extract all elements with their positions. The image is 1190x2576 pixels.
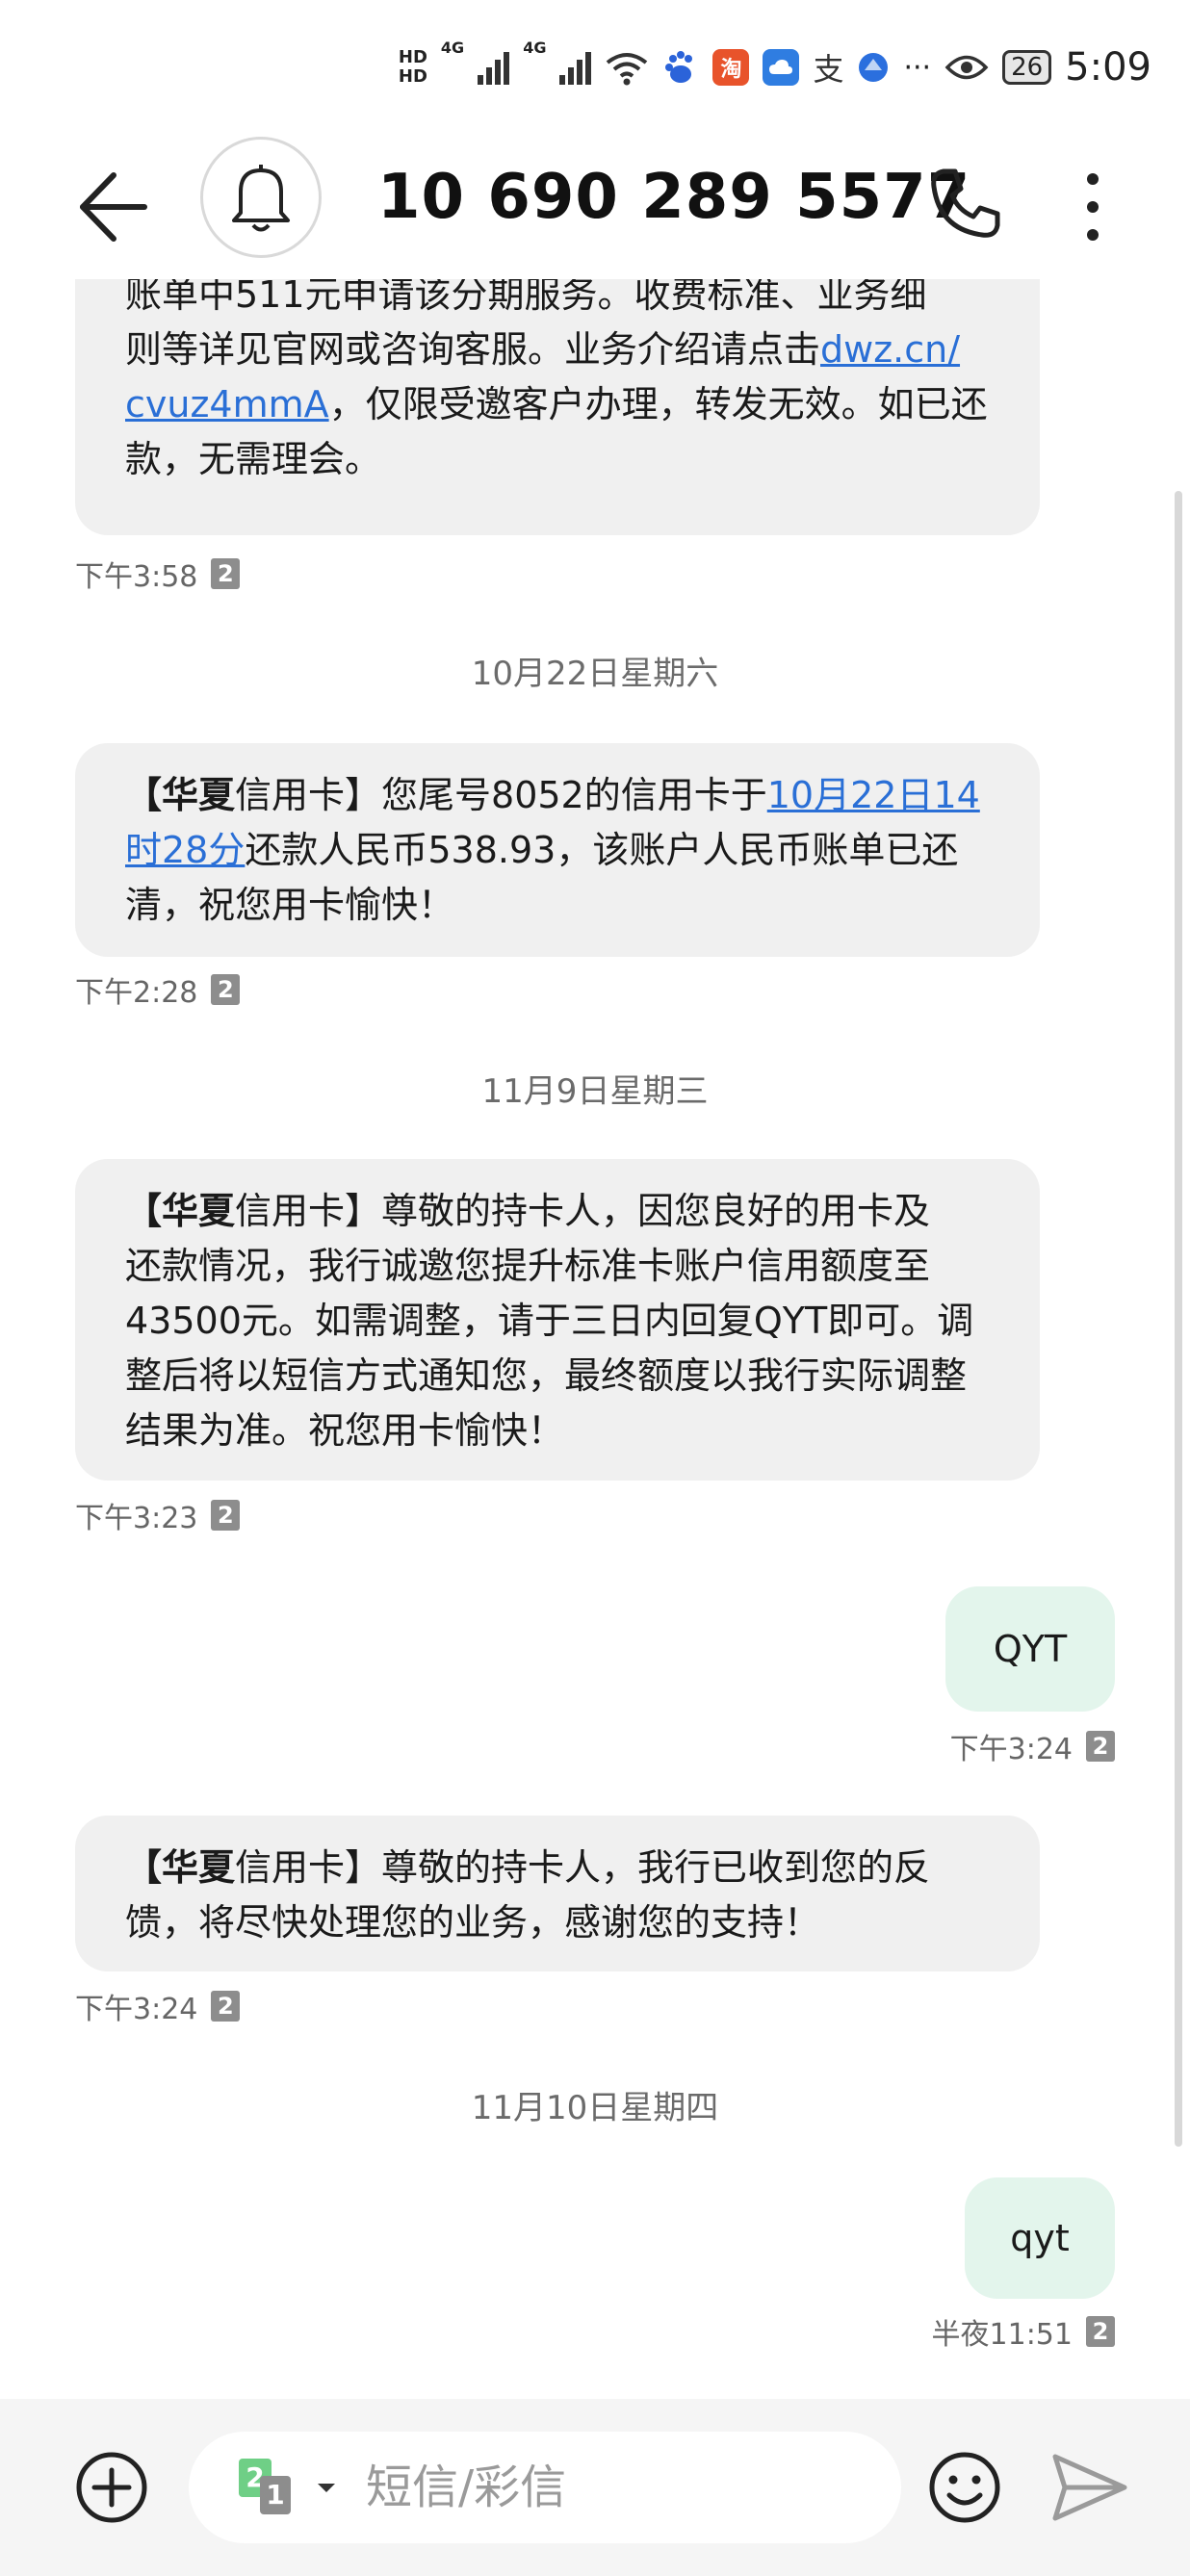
message-segment: 还款人民币538.93，该账户人民币账单已还 <box>245 829 959 871</box>
scrollbar[interactable] <box>1175 491 1182 2147</box>
message-time: 下午3:24 <box>75 1993 198 2026</box>
alipay-icon: 支 <box>813 51 844 88</box>
message-meta: 下午2:28 2 <box>75 968 241 1011</box>
message-text: 还款情况，我行诚邀您提升标准卡账户信用额度至 <box>125 1245 931 1287</box>
message-brand: 【华夏 <box>125 1190 236 1232</box>
signal-icon-2 <box>559 50 592 85</box>
message-text: 整后将以短信方式通知您，最终额度以我行实际调整 <box>125 1354 968 1397</box>
network-label-1: 4G <box>440 39 465 57</box>
date-separator: 11月10日星期四 <box>471 2089 719 2127</box>
eye-icon <box>944 55 989 80</box>
message-segment: 信用卡】尊敬的持卡人，我行已收到您的反 <box>235 1846 931 1889</box>
message-time: 下午3:23 <box>75 1502 198 1535</box>
message-text: 则等详见官网或咨询客服。业务介绍请点击dwz.cn/ <box>125 322 990 377</box>
message-text: cvuz4mmA，仅限受邀客户办理，转发无效。如已还 <box>125 377 990 432</box>
sim-badge: 2 <box>1086 2316 1115 2347</box>
message-text: 时28分还款人民币538.93，该账户人民币账单已还 <box>125 823 990 878</box>
phone-icon[interactable] <box>926 166 1003 243</box>
back-arrow-icon[interactable] <box>75 164 152 250</box>
chevron-down-icon <box>318 2484 335 2492</box>
message-segment: 信用卡】您尾号8052的信用卡于 <box>235 774 767 816</box>
message-link[interactable]: dwz.cn/ <box>820 328 960 371</box>
message-text: 【华夏信用卡】尊敬的持卡人，因您良好的用卡及 <box>125 1184 990 1239</box>
message-segment: 则等详见官网或咨询客服。业务介绍请点击 <box>125 328 821 371</box>
message-link[interactable]: 10月22日14 <box>767 774 980 816</box>
message-input[interactable]: 2 1 短信/彩信 <box>189 2432 901 2543</box>
hd-indicator: HD HD <box>399 48 427 87</box>
message-time: 下午2:28 <box>75 976 198 1010</box>
input-placeholder: 短信/彩信 <box>366 2460 567 2514</box>
emoji-icon[interactable] <box>926 2449 1003 2526</box>
sim-badge: 2 <box>1086 1731 1115 1762</box>
message-segment: ，仅限受邀客户办理，转发无效。如已还 <box>328 383 988 425</box>
message-brand: 【华夏 <box>125 1846 236 1889</box>
message-link[interactable]: cvuz4mmA <box>125 383 329 425</box>
message-time: 半夜11:51 <box>931 2318 1073 2352</box>
message-text: qyt <box>1010 2217 1070 2259</box>
sim-badge: 2 <box>211 558 241 589</box>
message-text: 43500元。如需调整，请于三日内回复QYT即可。调 <box>125 1300 974 1342</box>
hd2-label: HD <box>398 66 427 87</box>
message-link[interactable]: 时28分 <box>125 829 245 871</box>
cloud-icon <box>763 49 800 86</box>
message-text: 清，祝您用卡愉快！ <box>125 884 455 926</box>
sent-message-bubble[interactable]: qyt <box>965 2177 1115 2299</box>
message-meta: 下午3:58 2 <box>75 553 241 595</box>
message-meta: 下午3:24 2 <box>950 1725 1115 1767</box>
message-meta: 半夜11:51 2 <box>932 2310 1115 2353</box>
battery-icon: 26 <box>1002 50 1052 85</box>
conversation-header: 10 690 289 5577 <box>0 135 1190 279</box>
add-attachment-icon[interactable] <box>73 2449 150 2526</box>
wifi-icon <box>607 53 648 86</box>
network-label-2: 4G <box>523 39 547 57</box>
signal-icon-1 <box>478 50 510 85</box>
message-text: 【华夏信用卡】尊敬的持卡人，我行已收到您的反 <box>125 1841 990 1895</box>
baidu-icon <box>665 51 693 83</box>
hd1-label: HD <box>398 47 427 67</box>
message-text: 结果为准。祝您用卡愉快！ <box>125 1409 565 1452</box>
send-icon[interactable] <box>1049 2449 1130 2526</box>
sent-message-bubble[interactable]: QYT <box>945 1586 1115 1712</box>
sim-badge: 2 <box>211 974 241 1005</box>
taobao-icon: 淘 <box>712 49 750 86</box>
message-text: QYT <box>993 1628 1068 1670</box>
message-bubble[interactable]: 【华夏信用卡】尊敬的持卡人，我行已收到您的反 馈，将尽快处理您的业务，感谢您的支… <box>75 1816 1040 1971</box>
message-bubble[interactable]: 【华夏信用卡】您尾号8052的信用卡于10月22日14 时28分还款人民币538… <box>75 743 1040 957</box>
sim-1-icon: 1 <box>260 2476 291 2514</box>
message-text: 【华夏信用卡】您尾号8052的信用卡于10月22日14 <box>125 768 990 823</box>
status-icons: HD HD 4G 4G 淘 支 ··· 26 5:09 <box>399 39 1151 96</box>
message-meta: 下午3:23 2 <box>75 1494 241 1536</box>
browser-icon <box>859 53 889 82</box>
message-thread[interactable]: 账单中511元申请该分期服务。收费标准、业务细 则等详见官网或咨询客服。业务介绍… <box>0 221 1190 2397</box>
date-separator: 10月22日星期六 <box>471 655 719 693</box>
contact-avatar[interactable] <box>200 137 322 258</box>
clock: 5:09 <box>1065 45 1151 90</box>
message-segment: 信用卡】尊敬的持卡人，因您良好的用卡及 <box>235 1190 931 1232</box>
battery-level: 26 <box>1011 53 1044 82</box>
message-time: 下午3:24 <box>949 1733 1073 1766</box>
sim-selector[interactable]: 2 1 <box>239 2459 335 2516</box>
message-time: 下午3:58 <box>75 560 198 594</box>
message-text: 款，无需理会。 <box>125 438 382 480</box>
bell-icon <box>232 165 290 232</box>
message-text: 馈，将尽快处理您的业务，感谢您的支持！ <box>125 1901 821 1944</box>
status-bar: HD HD 4G 4G 淘 支 ··· 26 5:09 <box>0 0 1190 135</box>
message-brand: 【华夏 <box>125 774 236 816</box>
contact-number: 10 690 289 5577 <box>377 162 971 233</box>
message-bubble[interactable]: 【华夏信用卡】尊敬的持卡人，因您良好的用卡及 还款情况，我行诚邀您提升标准卡账户… <box>75 1159 1040 1481</box>
message-meta: 下午3:24 2 <box>75 1985 241 2027</box>
more-options-icon[interactable] <box>1069 164 1117 250</box>
composer-bar: 2 1 短信/彩信 <box>0 2399 1190 2576</box>
sim-badge: 2 <box>211 1991 241 2022</box>
sim-badge: 2 <box>211 1500 241 1531</box>
more-notifications: ··· <box>903 50 932 85</box>
date-separator: 11月9日星期三 <box>481 1072 709 1111</box>
